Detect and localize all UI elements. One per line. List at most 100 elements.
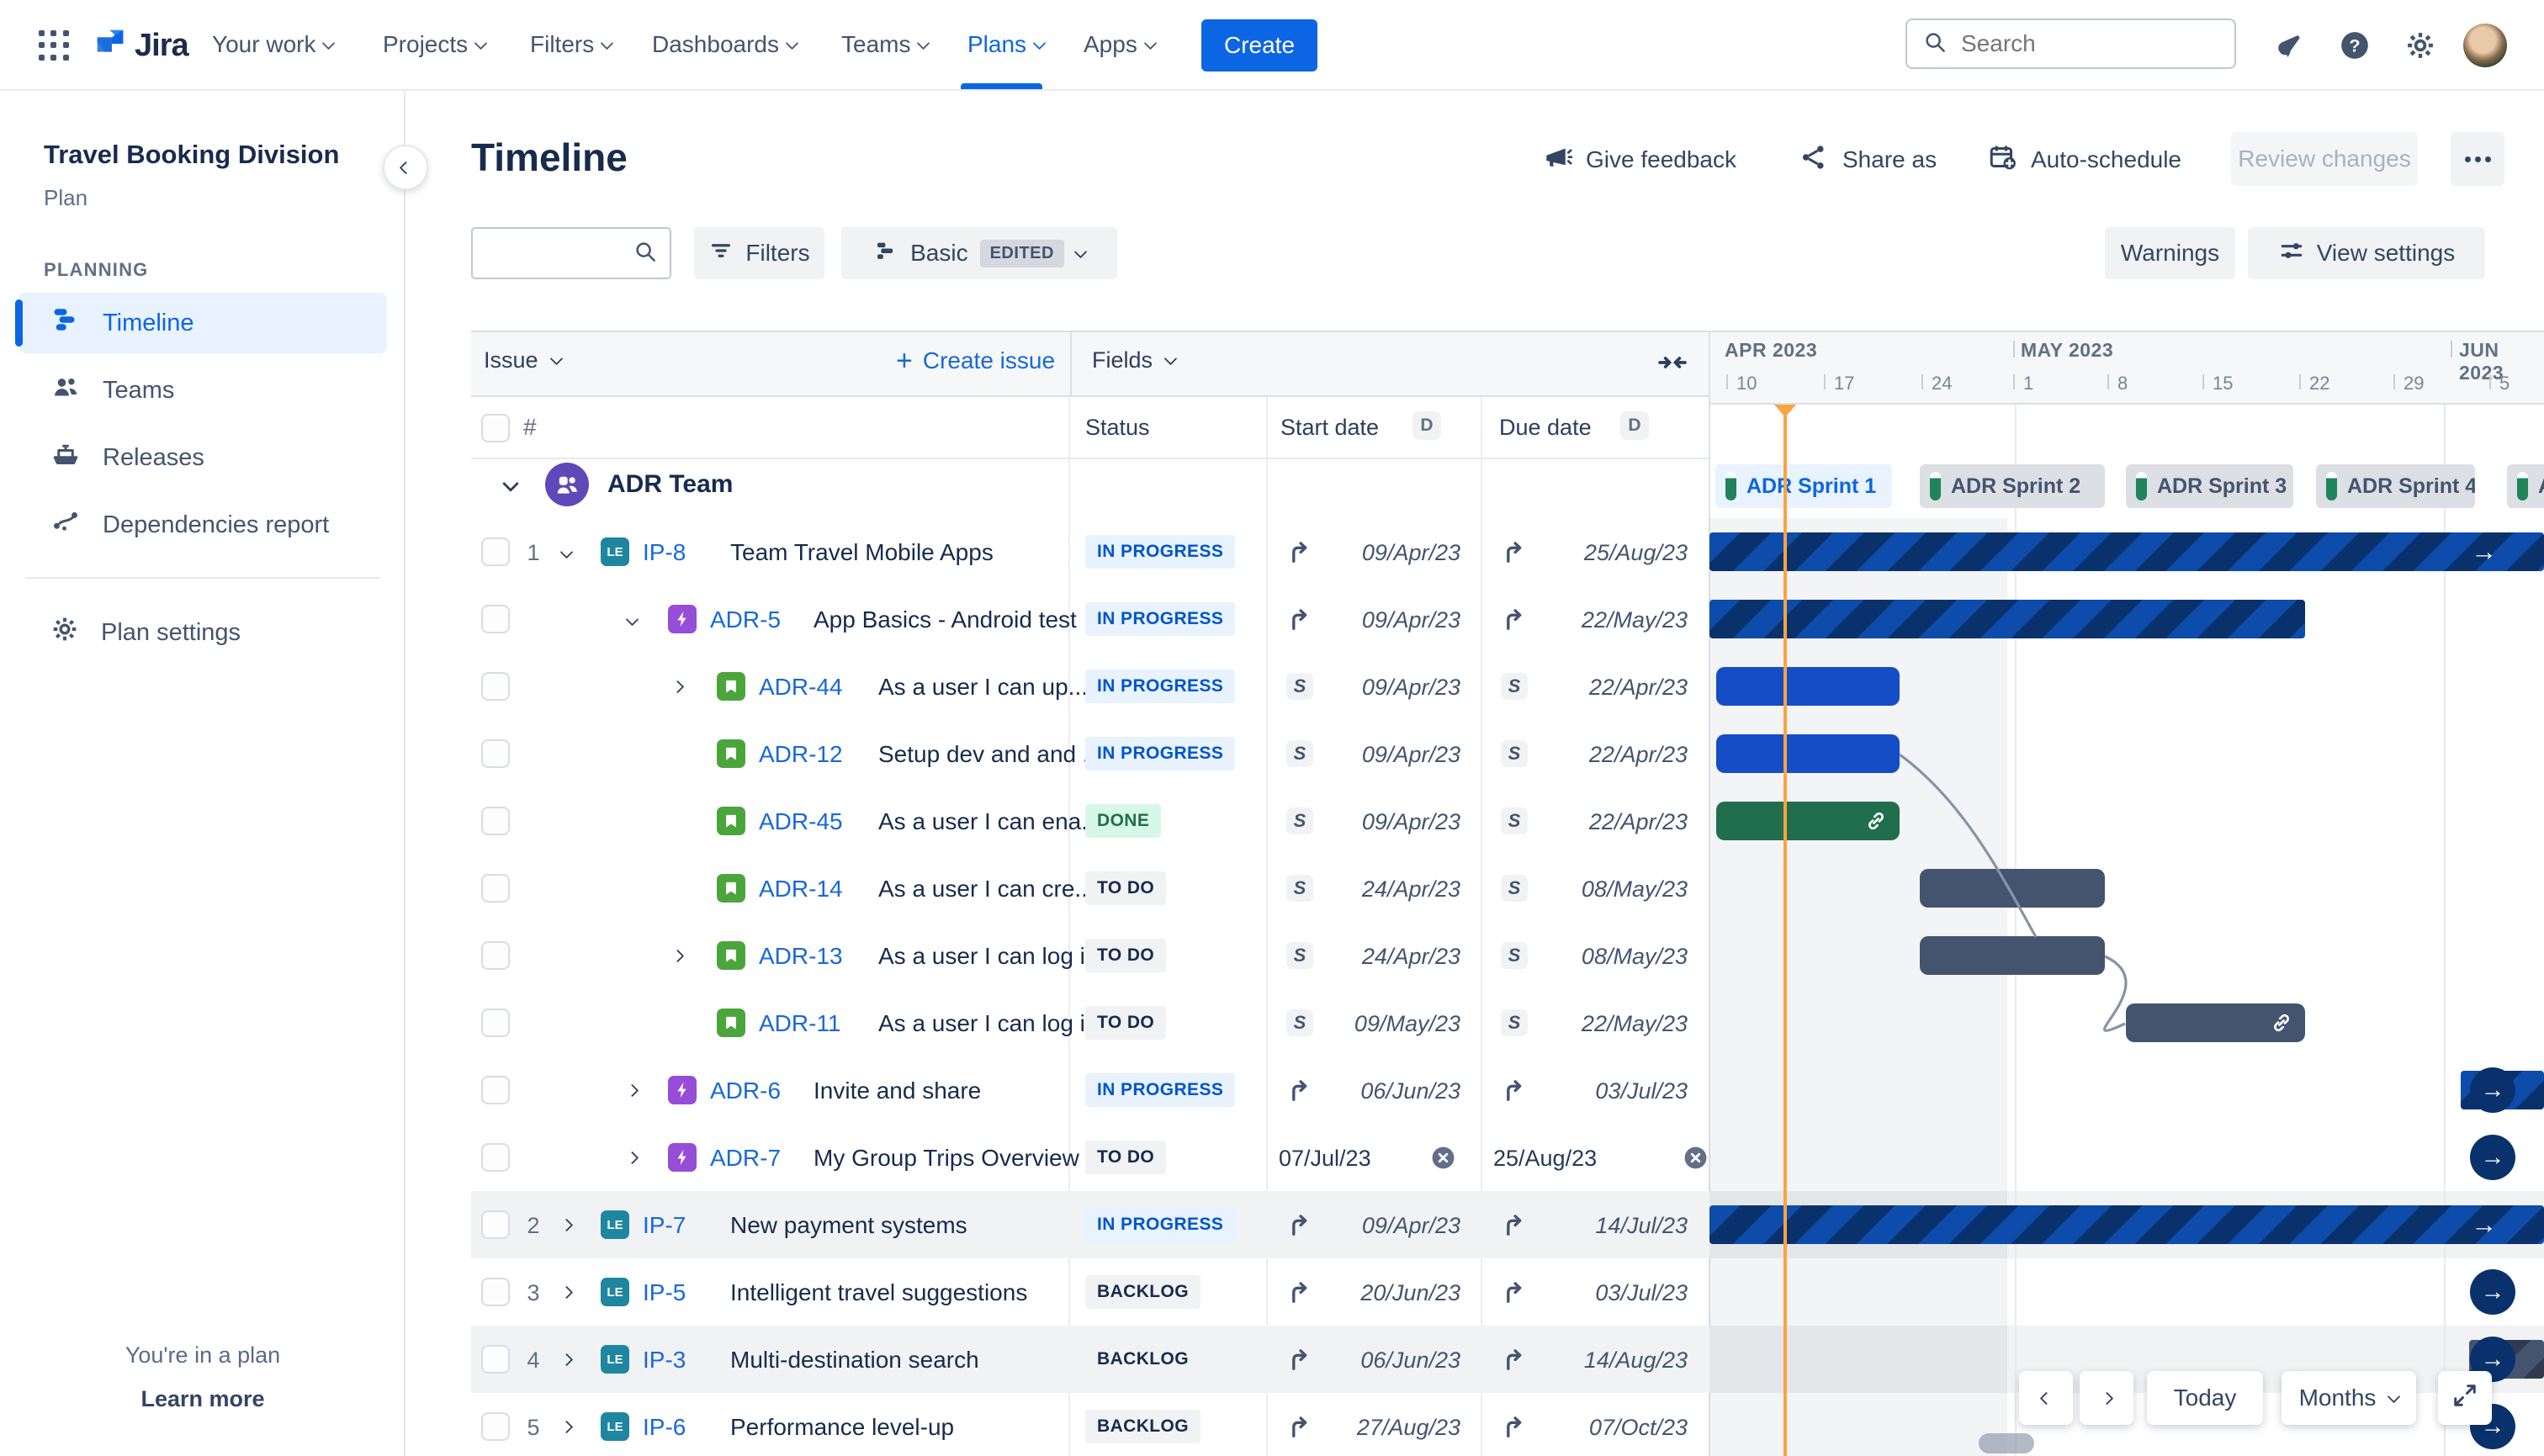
- settings-gear-icon[interactable]: [2403, 28, 2438, 63]
- due-date-value[interactable]: 22/Apr/23: [1589, 742, 1688, 768]
- more-options-button[interactable]: [2451, 132, 2504, 186]
- issue-summary[interactable]: As a user I can cre...: [878, 876, 1094, 903]
- offscreen-bar-arrow-circle[interactable]: →: [2470, 1135, 2515, 1180]
- start-date-value[interactable]: 07/Jul/23: [1279, 1146, 1371, 1172]
- issue-summary[interactable]: As a user I can ena...: [878, 808, 1101, 835]
- issue-summary[interactable]: Team Travel Mobile Apps: [730, 539, 994, 566]
- chevron-right-icon[interactable]: [559, 1218, 574, 1234]
- sidebar-item-teams[interactable]: Teams: [19, 360, 387, 421]
- action-auto-schedule[interactable]: Auto-schedule: [1987, 133, 2181, 187]
- timeline-search-field[interactable]: [471, 227, 671, 279]
- row-checkbox[interactable]: [481, 807, 510, 835]
- chevron-right-icon[interactable]: [670, 949, 685, 965]
- issue-summary[interactable]: Setup dev and and ...: [878, 741, 1102, 768]
- sprint-chip[interactable]: ADR Sprint 1: [1715, 464, 1892, 508]
- nav-item-plans[interactable]: Plans: [967, 0, 1047, 89]
- issue-summary[interactable]: Performance level-up: [730, 1414, 954, 1441]
- status-badge[interactable]: IN PROGRESS: [1085, 1073, 1236, 1107]
- nav-item-filters[interactable]: Filters: [530, 0, 614, 89]
- due-date-value[interactable]: 22/Apr/23: [1589, 675, 1688, 701]
- gantt-bar-parent[interactable]: [1709, 600, 2305, 638]
- create-issue-button[interactable]: + Create issue: [896, 347, 1055, 375]
- start-date-value[interactable]: 06/Jun/23: [1360, 1078, 1460, 1104]
- start-date-value[interactable]: 20/Jun/23: [1360, 1280, 1460, 1306]
- due-date-value[interactable]: 25/Aug/23: [1584, 540, 1688, 566]
- start-date-value[interactable]: 09/Apr/23: [1362, 1213, 1460, 1239]
- nav-item-your-work[interactable]: Your work: [212, 0, 336, 89]
- issue-key[interactable]: IP-6: [643, 1414, 686, 1441]
- row-checkbox[interactable]: [481, 537, 510, 566]
- issue-key[interactable]: ADR-7: [710, 1145, 781, 1172]
- status-badge[interactable]: TO DO: [1085, 1006, 1167, 1040]
- row-checkbox[interactable]: [481, 874, 510, 903]
- chevron-right-icon[interactable]: [670, 680, 685, 696]
- global-search[interactable]: [1905, 19, 2236, 69]
- status-badge[interactable]: IN PROGRESS: [1085, 670, 1236, 703]
- sidebar-item-plan-settings[interactable]: Plan settings: [19, 602, 387, 663]
- sidebar-item-dependencies-report[interactable]: Dependencies report: [19, 495, 387, 555]
- issue-grouping-dropdown[interactable]: Issue: [484, 347, 563, 373]
- create-button[interactable]: Create: [1201, 19, 1317, 71]
- row-checkbox[interactable]: [481, 941, 510, 970]
- start-date-value[interactable]: 09/Apr/23: [1362, 540, 1460, 566]
- due-date-value[interactable]: 14/Aug/23: [1584, 1347, 1688, 1374]
- issue-summary[interactable]: App Basics - Android test: [814, 606, 1077, 633]
- status-badge[interactable]: TO DO: [1085, 1141, 1167, 1174]
- view-mode-button[interactable]: Basic EDITED: [841, 227, 1117, 279]
- collapse-fields-icon[interactable]: [1656, 346, 1689, 384]
- start-date-value[interactable]: 09/May/23: [1354, 1011, 1460, 1037]
- issue-key[interactable]: IP-5: [643, 1279, 686, 1306]
- gantt-bar[interactable]: [1716, 734, 1900, 773]
- nav-item-apps[interactable]: Apps: [1084, 0, 1158, 89]
- app-switcher-icon[interactable]: [39, 30, 71, 62]
- due-date-value[interactable]: 08/May/23: [1582, 944, 1688, 970]
- status-badge[interactable]: IN PROGRESS: [1085, 737, 1236, 770]
- sidebar-item-releases[interactable]: Releases: [19, 427, 387, 488]
- sprint-chip[interactable]: ADR Sprint 3: [2126, 464, 2293, 508]
- remove-start-date-icon[interactable]: [1430, 1145, 1456, 1171]
- start-date-value[interactable]: 09/Apr/23: [1362, 675, 1460, 701]
- scroll-left-button[interactable]: [2019, 1371, 2073, 1425]
- zoom-range-dropdown[interactable]: Months: [2282, 1371, 2416, 1425]
- start-date-value[interactable]: 09/Apr/23: [1362, 607, 1460, 633]
- gantt-bar[interactable]: [1716, 667, 1900, 706]
- view-settings-button[interactable]: View settings: [2248, 227, 2485, 279]
- issue-summary[interactable]: My Group Trips Overview: [814, 1145, 1079, 1172]
- gantt-bar-parent[interactable]: [1709, 1205, 2544, 1244]
- status-badge[interactable]: TO DO: [1085, 871, 1167, 905]
- filters-button[interactable]: Filters: [694, 227, 824, 279]
- remove-due-date-icon[interactable]: [1683, 1145, 1709, 1171]
- fullscreen-button[interactable]: [2438, 1371, 2492, 1425]
- gantt-bar[interactable]: [1920, 869, 2105, 908]
- sidebar-collapse-button[interactable]: [383, 145, 428, 190]
- chevron-down-icon[interactable]: [625, 612, 639, 628]
- issue-key[interactable]: ADR-6: [710, 1077, 781, 1104]
- issue-summary[interactable]: As a user I can log i...: [878, 943, 1105, 970]
- sprint-chip[interactable]: ADR Sprint 5: [2507, 464, 2544, 508]
- offscreen-bar-arrow-circle[interactable]: →: [2470, 1269, 2515, 1315]
- issue-summary[interactable]: Multi-destination search: [730, 1347, 979, 1374]
- due-date-value[interactable]: 14/Jul/23: [1595, 1213, 1688, 1239]
- row-checkbox[interactable]: [481, 739, 510, 768]
- issue-summary[interactable]: New payment systems: [730, 1212, 967, 1239]
- row-checkbox[interactable]: [481, 1009, 510, 1037]
- status-badge[interactable]: BACKLOG: [1085, 1410, 1200, 1443]
- start-date-value[interactable]: 09/Apr/23: [1362, 809, 1460, 835]
- due-date-value[interactable]: 22/May/23: [1582, 607, 1688, 633]
- search-input[interactable]: [1959, 29, 2198, 58]
- nav-item-teams[interactable]: Teams: [841, 0, 930, 89]
- issue-key[interactable]: ADR-14: [759, 876, 843, 903]
- row-checkbox[interactable]: [481, 1076, 510, 1104]
- row-checkbox[interactable]: [481, 1345, 510, 1374]
- offscreen-bar-arrow-circle[interactable]: →: [2470, 1067, 2515, 1113]
- issue-key[interactable]: ADR-45: [759, 808, 843, 835]
- due-date-value[interactable]: 25/Aug/23: [1493, 1146, 1597, 1172]
- issue-summary[interactable]: Intelligent travel suggestions: [730, 1279, 1027, 1306]
- scroll-right-button[interactable]: [2080, 1371, 2133, 1425]
- nav-item-projects[interactable]: Projects: [383, 0, 488, 89]
- row-checkbox[interactable]: [481, 672, 510, 701]
- status-badge[interactable]: BACKLOG: [1085, 1342, 1200, 1376]
- chevron-down-icon[interactable]: [502, 475, 519, 494]
- action-share-as[interactable]: Share as: [1799, 133, 1937, 187]
- status-badge[interactable]: TO DO: [1085, 939, 1167, 972]
